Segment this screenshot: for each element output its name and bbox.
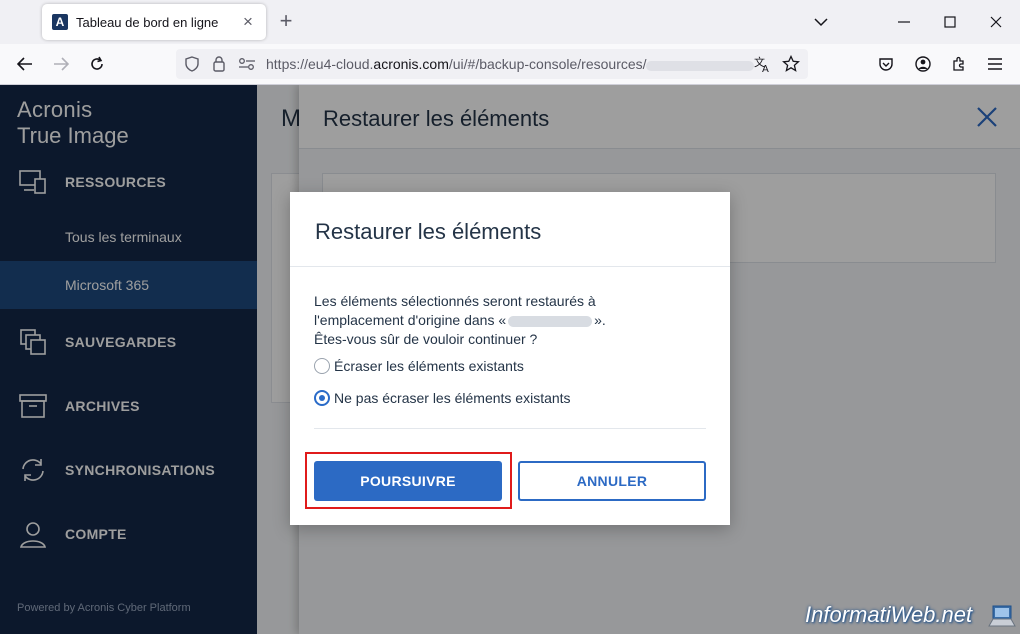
browser-tab-bar: A Tableau de bord en ligne × + xyxy=(0,0,1020,44)
dialog-divider xyxy=(290,266,730,267)
highlight-box xyxy=(305,452,512,509)
close-window-icon[interactable] xyxy=(986,12,1006,32)
address-bar[interactable]: https://eu4-cloud.acronis.com/ui/#/backu… xyxy=(176,49,808,79)
tracking-shield-icon[interactable] xyxy=(184,56,200,77)
browser-tab-title: Tableau de bord en ligne xyxy=(76,14,219,30)
radio-keep-selected[interactable] xyxy=(314,390,330,406)
close-tab-icon[interactable]: × xyxy=(240,13,256,30)
annuler-button[interactable]: ANNULER xyxy=(518,461,706,501)
bookmark-star-icon[interactable] xyxy=(782,54,800,78)
menu-icon[interactable] xyxy=(985,54,1005,74)
svg-text:A: A xyxy=(762,64,769,73)
reload-icon[interactable] xyxy=(87,54,107,74)
dialog-message: Les éléments sélectionnés seront restaur… xyxy=(314,293,606,347)
browser-tab[interactable]: A Tableau de bord en ligne × xyxy=(42,4,266,40)
dialog-footer-divider xyxy=(314,428,706,429)
app-viewport: Acronis True Image RESSOURCES Tous les t… xyxy=(0,85,1020,634)
watermark-text: InformatiWeb.net xyxy=(805,602,973,627)
translate-icon[interactable]: 文A xyxy=(754,55,772,78)
extensions-icon[interactable] xyxy=(949,54,969,74)
list-tabs-chevron-icon[interactable] xyxy=(811,12,831,32)
option-overwrite-label: Écraser les éléments existants xyxy=(334,358,524,374)
option-overwrite-row[interactable]: Écraser les éléments existants xyxy=(314,356,524,376)
forward-arrow-icon[interactable] xyxy=(51,54,71,74)
account-icon[interactable] xyxy=(913,54,933,74)
url-text: https://eu4-cloud.acronis.com/ui/#/backu… xyxy=(266,56,647,72)
option-keep-label: Ne pas écraser les éléments existants xyxy=(334,390,571,406)
minimize-icon[interactable] xyxy=(894,12,914,32)
pocket-icon[interactable] xyxy=(876,54,896,74)
browser-nav-bar: https://eu4-cloud.acronis.com/ui/#/backu… xyxy=(0,44,1020,85)
radio-overwrite[interactable] xyxy=(314,358,330,374)
permissions-icon[interactable] xyxy=(238,57,256,76)
back-arrow-icon[interactable] xyxy=(15,54,35,74)
option-keep-row[interactable]: Ne pas écraser les éléments existants xyxy=(314,388,571,408)
url-redacted xyxy=(646,61,754,71)
dialog-title: Restaurer les éléments xyxy=(315,219,542,244)
redacted-location xyxy=(508,315,593,327)
laptop-logo-icon xyxy=(988,604,1016,628)
maximize-icon[interactable] xyxy=(940,12,960,32)
lock-icon[interactable] xyxy=(212,55,226,77)
acronis-favicon-icon: A xyxy=(52,14,68,30)
new-tab-icon[interactable]: + xyxy=(276,10,296,34)
